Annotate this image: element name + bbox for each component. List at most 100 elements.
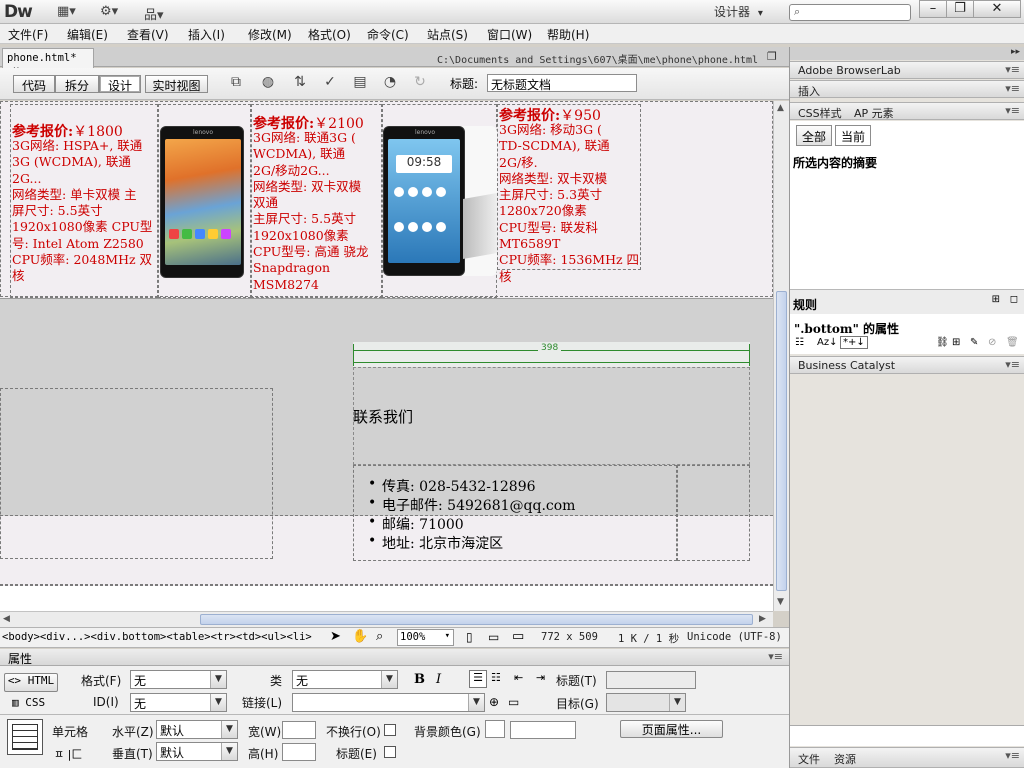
vertical-select[interactable]: 默认 ▼ [156,742,238,761]
validate-icon[interactable]: ◔ [380,74,400,94]
all-rules-button[interactable]: 全部 [796,125,832,146]
about-icon[interactable]: ◻ [1010,294,1018,305]
ordered-list-icon[interactable]: ☷ [491,671,501,684]
horizontal-scroll-thumb[interactable] [200,614,753,625]
panel-menu-icon[interactable]: ▾≡ [1005,63,1020,76]
file-management-icon[interactable]: ⇅ [290,74,310,94]
files-panel-header[interactable]: 文件 资源 ▾≡ [790,747,1024,768]
trash-icon[interactable]: 🗑 [1006,337,1019,348]
window-size[interactable]: 772 x 509 [541,631,598,643]
gear-icon[interactable]: ⚙▾ [100,4,118,20]
tag-selector[interactable]: <body><div...><div.bottom><table><tr><td… [2,631,312,643]
height-input[interactable] [282,743,316,761]
menu-help[interactable]: 帮助(H) [547,26,589,43]
visual-aids-icon[interactable]: ▤ [350,74,370,94]
id-select[interactable]: 无 ▼ [130,693,227,712]
indent-icon[interactable]: ⇥ [536,671,545,684]
current-rules-button[interactable]: 当前 [835,125,871,146]
new-rule-icon[interactable]: ⊞ [952,337,960,348]
menu-window[interactable]: 窗口(W) [487,26,532,43]
browse-folder-icon[interactable]: ▭ [508,695,519,709]
panel-menu-icon[interactable]: ▾≡ [1005,104,1020,117]
menu-view[interactable]: 查看(V) [127,26,169,43]
doc-title-input[interactable]: 无标题文档 [487,74,637,92]
menu-modify[interactable]: 修改(M) [248,26,292,43]
show-set-icon[interactable]: *+↓ [840,336,868,349]
target-select[interactable]: ▼ [606,693,686,712]
class-select[interactable]: 无 ▼ [292,670,398,689]
zoom-select[interactable]: 100% ▾ [397,629,454,646]
business-catalyst-panel-header[interactable]: Business Catalyst ▾≡ [790,356,1024,374]
horizontal-select[interactable]: 默认 ▼ [156,720,238,739]
business-catalyst-tab[interactable]: Business Catalyst [798,359,895,372]
menu-file[interactable]: 文件(F) [8,26,48,43]
split-view-button[interactable]: 拆分 [55,75,99,93]
browserlab-tab[interactable]: Adobe BrowserLab [798,64,901,77]
desktop-size-icon[interactable]: ▭ [512,629,524,644]
disable-icon[interactable]: ⊘ [988,337,996,348]
document-tab[interactable]: phone.html* × [2,48,94,76]
bgcolor-swatch[interactable] [485,720,505,738]
unordered-list-icon[interactable]: ☰ [469,670,487,688]
check-compat-icon[interactable]: ✓ [320,74,340,94]
scroll-up-icon[interactable]: ▲ [777,103,784,113]
attach-stylesheet-icon[interactable]: ⛓ [936,337,949,348]
preview-browser-icon[interactable]: ◍ [258,74,278,94]
page-properties-button[interactable]: 页面属性... [620,720,723,738]
live-view-button[interactable]: 实时视图 [145,75,208,93]
vertical-scroll-thumb[interactable] [776,291,787,591]
point-to-file-icon[interactable]: ⊕ [489,695,499,709]
layout-icon[interactable]: ▦▾ [57,4,76,20]
workspace-switcher[interactable]: 设计器 ▾ [714,3,763,20]
italic-button[interactable]: I [436,672,441,687]
insert-panel-header[interactable]: 插入 ▾≡ [790,80,1024,98]
merge-split-icons[interactable]: ㅍ |匚 [54,746,82,762]
format-select[interactable]: 无 ▼ [130,670,227,689]
menu-commands[interactable]: 命令(C) [367,26,409,43]
multiscreen-icon[interactable]: ⧉ [226,74,246,94]
horizontal-scrollbar[interactable]: ◀ ▶ [0,611,773,627]
nowrap-checkbox[interactable] [384,724,396,736]
bgcolor-input[interactable] [510,721,576,739]
tablet-size-icon[interactable]: ▭ [488,630,499,644]
edit-rule-icon[interactable]: ✎ [970,337,978,348]
css-styles-tab[interactable]: CSS样式 [798,105,842,121]
sort-az-icon[interactable]: Az↓ [817,337,837,348]
mobile-size-icon[interactable]: ▯ [466,630,473,644]
hand-tool-icon[interactable]: ✋ [352,629,368,644]
site-icon[interactable]: 品▾ [144,4,164,23]
insert-tab[interactable]: 插入 [798,83,820,99]
category-view-icon[interactable]: ☷ [795,337,804,348]
panel-menu-icon[interactable]: ▾≡ [1005,749,1020,762]
header-checkbox[interactable] [384,746,396,758]
outdent-icon[interactable]: ⇤ [514,671,523,684]
menu-insert[interactable]: 插入(I) [188,26,225,43]
restore-button[interactable]: ❐ [946,0,974,18]
menu-edit[interactable]: 编辑(E) [67,26,108,43]
width-input[interactable] [282,721,316,739]
panel-menu-icon[interactable]: ▾≡ [1005,358,1020,371]
vertical-scrollbar[interactable]: ▲ ▼ [773,101,789,611]
close-button[interactable]: ✕ [973,0,1021,18]
css-panel-header[interactable]: CSS样式 AP 元素 ▾≡ [790,102,1024,120]
restore-doc-icon[interactable]: ❐ [767,50,777,63]
collapse-icon[interactable]: ▸▸ [1011,47,1020,57]
assets-tab[interactable]: 资源 [834,751,856,767]
panel-menu-icon[interactable]: ▾≡ [768,650,783,663]
scroll-left-icon[interactable]: ◀ [3,614,10,624]
scroll-right-icon[interactable]: ▶ [759,614,766,624]
search-input[interactable]: ⌕ [789,4,911,21]
bold-button[interactable]: B [414,672,425,687]
code-view-button[interactable]: 代码 [13,75,55,93]
menu-format[interactable]: 格式(O) [308,26,351,43]
title-attr-input[interactable] [606,671,696,689]
css-mode-button[interactable]: ▥ CSS [12,696,45,709]
zoom-tool-icon[interactable]: ⌕ [376,629,383,644]
panel-menu-icon[interactable]: ▾≡ [1005,82,1020,95]
files-tab[interactable]: 文件 [798,751,820,767]
minimize-button[interactable]: – [919,0,947,18]
html-mode-button[interactable]: <> HTML [4,673,58,692]
properties-panel-header[interactable]: 属性 ▾≡ [0,649,789,666]
link-input[interactable]: ▼ [292,693,485,712]
refresh-icon[interactable]: ↻ [410,74,430,94]
